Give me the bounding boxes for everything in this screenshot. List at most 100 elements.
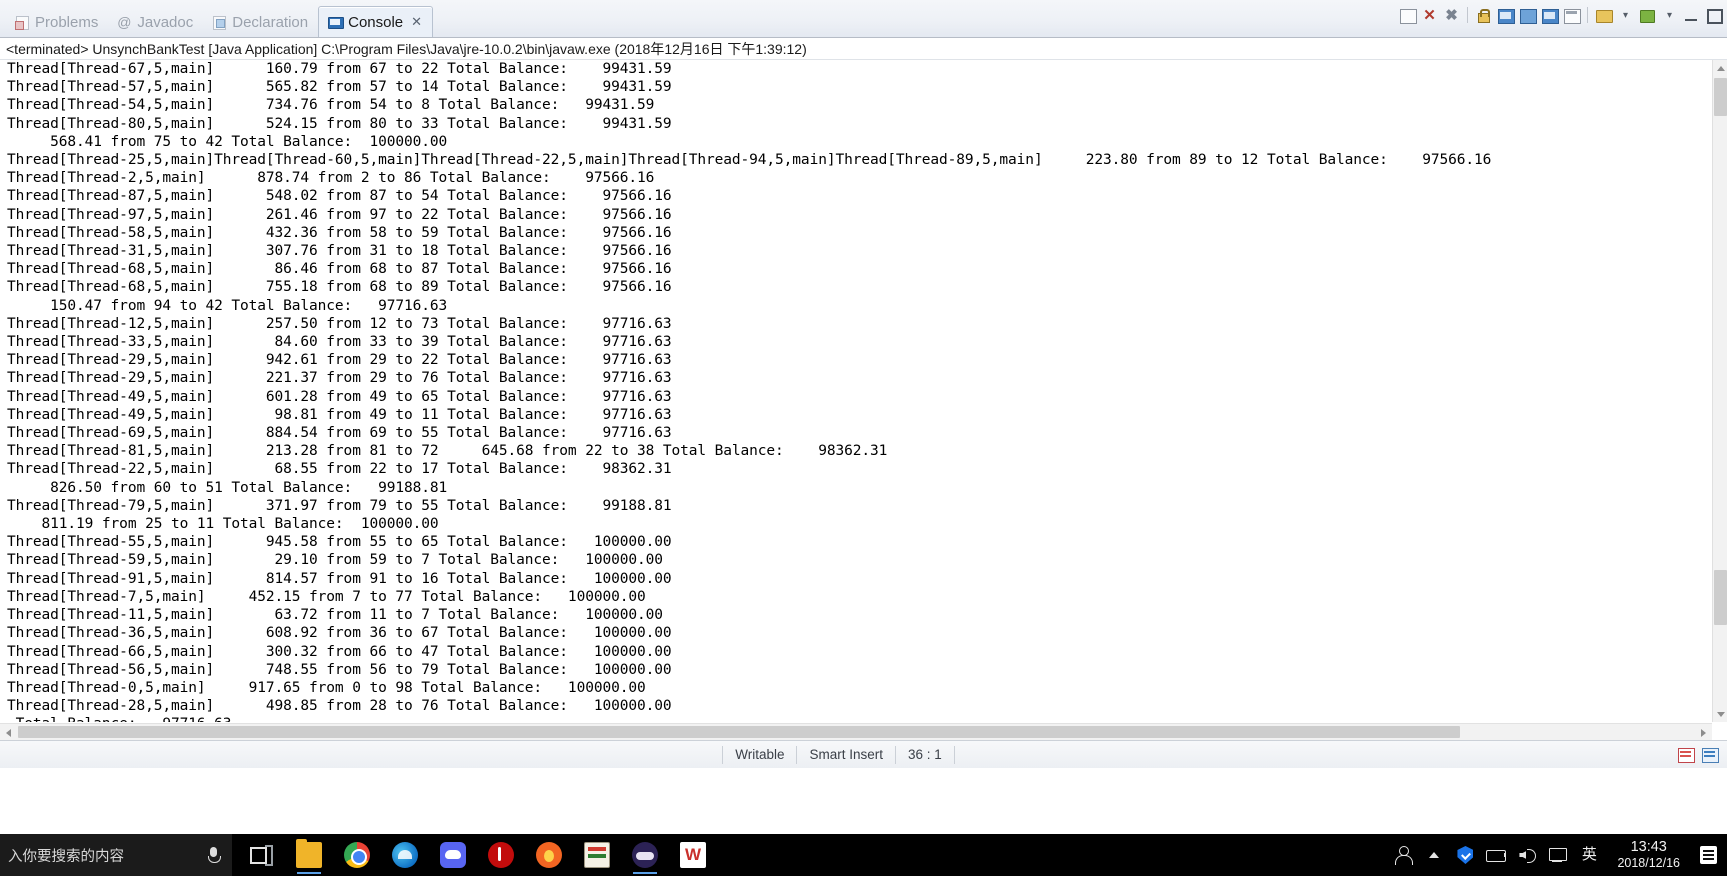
scroll-down-arrow-icon[interactable]	[1713, 706, 1727, 722]
microphone-icon[interactable]	[206, 846, 222, 864]
system-tray: 英 13:43 2018/12/16	[1392, 839, 1727, 870]
console-line: Thread[Thread-59,5,main] 29.10 from 59 t…	[7, 552, 663, 569]
console-line: Thread[Thread-55,5,main] 945.58 from 55 …	[7, 534, 672, 551]
console-status-icon[interactable]	[1701, 747, 1719, 763]
new-console-view-icon[interactable]	[1638, 6, 1657, 25]
minimize-icon[interactable]	[1682, 6, 1701, 25]
firefox-icon	[536, 842, 562, 868]
tab-declaration-label: Declaration	[232, 13, 309, 31]
terminate-all-icon[interactable]	[1398, 6, 1417, 25]
console-area: Thread[Thread-67,5,main] 160.79 from 67 …	[0, 60, 1727, 740]
console-line: Thread[Thread-22,5,main] 68.55 from 22 t…	[7, 461, 672, 478]
console-line: Thread[Thread-7,5,main] 452.15 from 7 to…	[7, 588, 646, 605]
console-vertical-scrollbar[interactable]	[1712, 60, 1727, 722]
console-line: Thread[Thread-69,5,main] 884.54 from 69 …	[7, 425, 672, 442]
javadoc-icon: @	[117, 14, 132, 30]
wps-writer-button[interactable]	[670, 834, 716, 876]
error-log-icon[interactable]	[1677, 747, 1695, 763]
console-line: Thread[Thread-25,5,main]Thread[Thread-60…	[7, 152, 1492, 169]
netease-music-icon	[488, 842, 514, 868]
people-icon[interactable]	[1392, 844, 1414, 866]
console-line: 150.47 from 94 to 42 Total Balance: 9771…	[7, 297, 448, 314]
console-output[interactable]: Thread[Thread-67,5,main] 160.79 from 67 …	[0, 60, 1712, 722]
console-line: Thread[Thread-29,5,main] 221.37 from 29 …	[7, 370, 672, 387]
console-line: Thread[Thread-33,5,main] 84.60 from 33 t…	[7, 334, 672, 351]
remove-all-terminated-icon[interactable]: ✖	[1442, 6, 1461, 25]
netease-music-button[interactable]	[478, 834, 524, 876]
terminated-launch-label: <terminated> UnsynchBankTest [Java Appli…	[0, 38, 1727, 60]
toolbar-separator	[1464, 6, 1471, 25]
clock-time: 13:43	[1630, 839, 1667, 856]
console-line: Thread[Thread-31,5,main] 307.76 from 31 …	[7, 243, 672, 260]
remove-launch-icon[interactable]: ✕	[1420, 6, 1439, 25]
close-icon[interactable]: ✕	[411, 14, 422, 30]
scroll-right-arrow-icon[interactable]	[1696, 724, 1712, 741]
pin-console-icon[interactable]	[1540, 6, 1559, 25]
scroll-up-arrow-icon[interactable]	[1713, 60, 1727, 76]
dictionary-icon	[584, 842, 610, 868]
horizontal-scroll-thumb[interactable]	[18, 726, 1460, 738]
console-line: Thread[Thread-58,5,main] 432.36 from 58 …	[7, 224, 672, 241]
tab-console-label: Console	[348, 13, 404, 31]
eclipse-button[interactable]	[622, 834, 668, 876]
lock-icon[interactable]	[1474, 6, 1493, 25]
scroll-left-arrow-icon[interactable]	[0, 724, 16, 741]
display-console-icon[interactable]	[1562, 6, 1581, 25]
scroll-lock-icon[interactable]	[1496, 6, 1515, 25]
task-view-button[interactable]	[238, 834, 284, 876]
vertical-scroll-thumb-top[interactable]	[1714, 78, 1727, 116]
edge-button[interactable]	[382, 834, 428, 876]
notifications-icon[interactable]	[1697, 843, 1721, 867]
tab-javadoc[interactable]: @ Javadoc	[108, 7, 203, 37]
chevron-down-icon[interactable]: ▾	[1616, 6, 1635, 25]
file-explorer-button[interactable]	[286, 834, 332, 876]
taskbar-clock[interactable]: 13:43 2018/12/16	[1609, 839, 1688, 870]
tab-declaration[interactable]: Declaration	[203, 7, 318, 37]
console-line: Thread[Thread-87,5,main] 548.02 from 87 …	[7, 188, 672, 205]
console-line: Thread[Thread-12,5,main] 257.50 from 12 …	[7, 315, 672, 332]
chrome-icon	[344, 842, 370, 868]
tab-problems[interactable]: Problems	[6, 7, 108, 37]
word-wrap-icon[interactable]	[1518, 6, 1537, 25]
view-tab-bar: Problems @ Javadoc Declaration Console ✕…	[0, 0, 1727, 38]
console-line: Thread[Thread-80,5,main] 524.15 from 80 …	[7, 115, 672, 132]
discord-button[interactable]	[430, 834, 476, 876]
taskbar-search[interactable]: 入你要搜索的内容	[0, 834, 232, 876]
console-horizontal-scrollbar[interactable]	[0, 723, 1712, 740]
console-line: Thread[Thread-56,5,main] 748.55 from 56 …	[7, 661, 672, 678]
ime-icon[interactable]: 英	[1578, 844, 1600, 866]
toolbar-separator-2	[1584, 6, 1591, 25]
open-console-icon[interactable]	[1594, 6, 1613, 25]
folder-icon	[296, 839, 322, 868]
tab-javadoc-label: Javadoc	[137, 13, 194, 31]
problems-icon	[14, 14, 30, 30]
status-cursor-position: 36 : 1	[908, 747, 942, 762]
view-menu-icon[interactable]: ▾	[1660, 6, 1679, 25]
console-icon	[327, 14, 345, 30]
maximize-icon[interactable]	[1704, 6, 1723, 25]
console-toolbar: ✕ ✖ ▾ ▾	[1398, 6, 1723, 25]
console-line: Thread[Thread-67,5,main] 160.79 from 67 …	[7, 61, 672, 77]
show-hidden-icons-chevron-icon[interactable]	[1423, 844, 1445, 866]
firefox-button[interactable]	[526, 834, 572, 876]
console-line: Thread[Thread-79,5,main] 371.97 from 79 …	[7, 497, 672, 514]
edge-icon	[392, 842, 418, 868]
declaration-icon	[211, 14, 227, 30]
console-line: Total Balance: 97716.63	[7, 715, 1712, 722]
chrome-button[interactable]	[334, 834, 380, 876]
console-line: 826.50 from 60 to 51 Total Balance: 9918…	[7, 479, 448, 496]
volume-icon[interactable]	[1516, 844, 1538, 866]
console-line: Thread[Thread-0,5,main] 917.65 from 0 to…	[7, 679, 646, 696]
status-right-icons	[1677, 747, 1727, 763]
dictionary-button[interactable]	[574, 834, 620, 876]
console-line: Thread[Thread-68,5,main] 86.46 from 68 t…	[7, 261, 672, 278]
task-view-icon	[248, 842, 274, 868]
battery-icon[interactable]	[1485, 844, 1507, 866]
vertical-scroll-thumb[interactable]	[1714, 570, 1727, 625]
status-bar: Writable Smart Insert 36 : 1	[0, 740, 1727, 768]
network-icon[interactable]	[1547, 844, 1569, 866]
tab-console[interactable]: Console ✕	[318, 6, 434, 37]
security-shield-icon[interactable]	[1454, 844, 1476, 866]
status-divider-4	[953, 745, 955, 764]
tab-problems-label: Problems	[35, 13, 99, 31]
